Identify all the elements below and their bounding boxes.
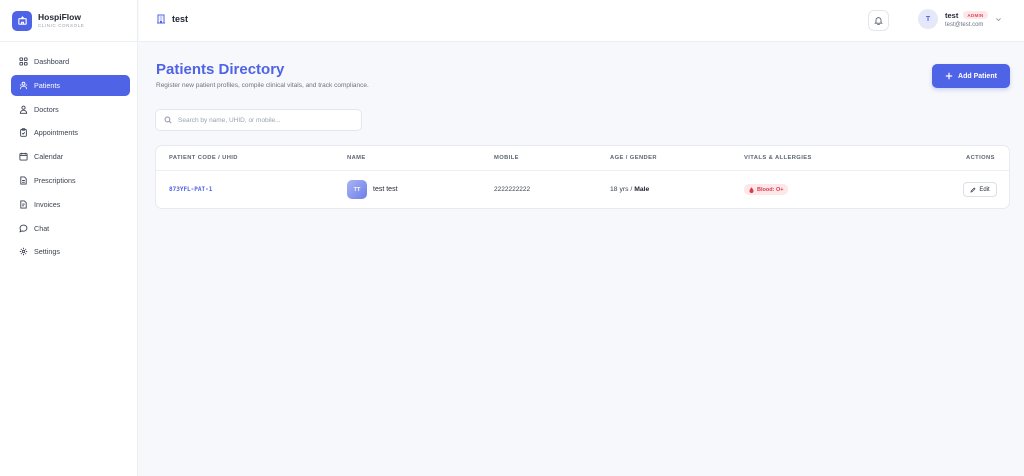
- sidebar-item-label: Chat: [34, 223, 50, 233]
- hospital-logo-icon: [12, 10, 32, 31]
- blood-drop-icon: [749, 186, 754, 193]
- user-email: test@test.com: [945, 21, 984, 28]
- patient-name: test test: [373, 186, 398, 193]
- user-menu[interactable]: T test ADMIN test@test.com: [918, 9, 1002, 29]
- sidebar-item-appointments[interactable]: Appointments: [11, 122, 130, 143]
- column-header-vitals: VITALS & ALLERGIES: [744, 155, 812, 161]
- sidebar-item-label: Invoices: [34, 199, 61, 209]
- edit-button[interactable]: Edit: [963, 182, 997, 197]
- search-icon: [164, 116, 172, 124]
- brand-name: HospiFlow: [38, 12, 81, 22]
- patients-icon: [19, 81, 28, 90]
- edit-label: Edit: [979, 186, 990, 193]
- notifications-button[interactable]: [868, 10, 889, 31]
- column-header-code: PATIENT CODE / UHID: [169, 155, 238, 161]
- table-row[interactable]: 873YFL-PAT-1 TT test test 2222222222 18 …: [156, 171, 1009, 208]
- sidebar-item-prescriptions[interactable]: Prescriptions: [11, 170, 130, 191]
- sidebar-item-invoices[interactable]: Invoices: [11, 194, 130, 215]
- sidebar-item-label: Calendar: [34, 152, 64, 162]
- sidebar-nav: Dashboard Patients Doctors Appointments …: [0, 42, 137, 262]
- column-header-age-gender: AGE / GENDER: [610, 155, 657, 161]
- patients-table: PATIENT CODE / UHID NAME MOBILE AGE / GE…: [155, 145, 1010, 209]
- top-header: test T test ADMIN test@test.com: [139, 0, 1024, 42]
- plus-icon: [945, 72, 953, 80]
- sidebar-item-chat[interactable]: Chat: [11, 218, 130, 239]
- avatar: T: [918, 9, 938, 29]
- grid-icon: [19, 57, 28, 66]
- sidebar-item-label: Doctors: [34, 104, 59, 114]
- sidebar-item-calendar[interactable]: Calendar: [11, 146, 130, 167]
- add-patient-label: Add Patient: [958, 72, 997, 80]
- sidebar-item-label: Settings: [34, 247, 60, 257]
- sidebar-item-label: Dashboard: [34, 57, 70, 66]
- document-icon: [19, 176, 28, 185]
- add-patient-button[interactable]: Add Patient: [932, 64, 1010, 88]
- blood-group-label: Blood: O+: [757, 186, 784, 193]
- sidebar-item-doctors[interactable]: Doctors: [11, 99, 130, 120]
- search-input[interactable]: [178, 116, 358, 124]
- sidebar-item-label: Appointments: [34, 128, 78, 138]
- page-title: Patients Directory: [156, 61, 285, 78]
- bell-icon: [874, 16, 883, 25]
- main-content: Patients Directory Register new patient …: [139, 43, 1024, 476]
- column-header-name: NAME: [347, 155, 366, 161]
- sidebar-item-patients[interactable]: Patients: [11, 74, 130, 96]
- patient-avatar: TT: [347, 180, 367, 199]
- brand[interactable]: HospiFlow CLINIC CONSOLE: [0, 0, 137, 42]
- sidebar-item-settings[interactable]: Settings: [11, 241, 130, 262]
- search-box[interactable]: [155, 109, 362, 131]
- sidebar-item-label: Prescriptions: [34, 175, 76, 185]
- building-icon: [156, 14, 166, 24]
- role-badge: ADMIN: [963, 11, 988, 19]
- pencil-icon: [970, 186, 976, 193]
- calendar-icon: [19, 152, 28, 161]
- sidebar: HospiFlow CLINIC CONSOLE Dashboard Patie…: [0, 0, 138, 476]
- column-header-actions: ACTIONS: [966, 155, 995, 161]
- doctor-icon: [19, 105, 28, 114]
- sidebar-item-label: Patients: [34, 80, 60, 90]
- clinic-title: test: [156, 14, 188, 24]
- patient-age: 18 yrs /: [610, 186, 633, 193]
- sidebar-item-dashboard[interactable]: Dashboard: [11, 51, 130, 72]
- table-header: PATIENT CODE / UHID NAME MOBILE AGE / GE…: [156, 146, 1009, 171]
- page-subtitle: Register new patient profiles, compile c…: [156, 82, 369, 89]
- invoice-icon: [19, 200, 28, 209]
- blood-group-badge: Blood: O+: [744, 184, 789, 195]
- chat-icon: [19, 224, 28, 233]
- clipboard-icon: [19, 128, 28, 138]
- gear-icon: [19, 247, 28, 256]
- patient-age-gender: 18 yrs / Male: [610, 186, 649, 193]
- clinic-name: test: [172, 14, 189, 24]
- patient-gender: Male: [634, 186, 650, 193]
- user-name: test: [945, 10, 959, 20]
- patient-mobile: 2222222222: [494, 186, 531, 193]
- column-header-mobile: MOBILE: [494, 155, 519, 161]
- chevron-down-icon: [995, 16, 1002, 23]
- brand-subtitle: CLINIC CONSOLE: [38, 23, 85, 28]
- patient-code[interactable]: 873YFL-PAT-1: [169, 186, 212, 193]
